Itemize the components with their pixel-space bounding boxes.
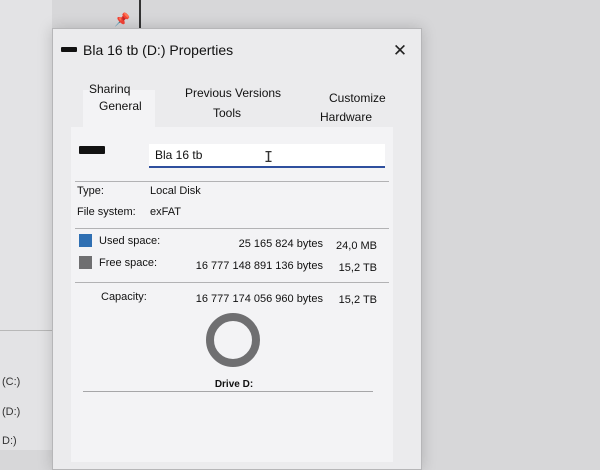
title-bar[interactable]: Bla 16 tb (D:) Properties ✕ bbox=[53, 29, 421, 69]
used-space-bytes: 25 165 824 bytes bbox=[238, 238, 323, 250]
free-space-short: 15,2 TB bbox=[338, 262, 377, 274]
dialog-title: Bla 16 tb (D:) Properties bbox=[83, 42, 234, 58]
drive-label: Drive D: bbox=[214, 379, 254, 390]
drive-icon bbox=[61, 47, 77, 52]
used-space-short: 24,0 MB bbox=[336, 240, 377, 252]
tab-hardware[interactable]: Hardware bbox=[320, 110, 372, 124]
properties-dialog: Bla 16 tb (D:) Properties ✕ Sharinq Prev… bbox=[52, 28, 422, 470]
tab-previous-versions[interactable]: Previous Versions bbox=[185, 86, 281, 100]
pin-icon: 📌 bbox=[114, 12, 131, 27]
drive-icon-large bbox=[79, 146, 105, 154]
capacity-short: 15,2 TB bbox=[338, 294, 377, 306]
text-cursor-icon: I bbox=[264, 148, 274, 166]
free-space-swatch bbox=[79, 256, 92, 269]
capacity-bytes: 16 777 174 056 960 bytes bbox=[195, 293, 323, 305]
file-system-value: exFAT bbox=[150, 206, 181, 218]
used-space-swatch bbox=[79, 234, 92, 247]
tab-sharing[interactable]: Sharinq bbox=[89, 82, 130, 96]
divider bbox=[75, 282, 389, 283]
sidebar-item-drive-c[interactable]: (C:) bbox=[2, 376, 20, 388]
sidebar-item-drive-d[interactable]: (D:) bbox=[2, 406, 20, 418]
tab-general[interactable]: General bbox=[99, 99, 142, 113]
explorer-divider bbox=[139, 0, 141, 30]
divider bbox=[75, 228, 389, 229]
file-system-label: File system: bbox=[77, 206, 136, 218]
free-space-label: Free space: bbox=[99, 257, 158, 269]
sidebar-item-drive-d-2[interactable]: D:) bbox=[2, 435, 17, 447]
type-value: Local Disk bbox=[150, 185, 201, 197]
tab-tools[interactable]: Tools bbox=[213, 106, 241, 120]
divider bbox=[83, 391, 373, 392]
divider bbox=[75, 181, 389, 182]
close-button[interactable]: ✕ bbox=[389, 40, 411, 62]
free-space-bytes: 16 777 148 891 136 bytes bbox=[195, 260, 323, 272]
disk-usage-donut bbox=[206, 313, 260, 367]
tab-customize[interactable]: Customize bbox=[329, 91, 386, 105]
used-space-label: Used space: bbox=[99, 235, 161, 247]
type-label: Type: bbox=[77, 185, 104, 197]
close-icon: ✕ bbox=[392, 41, 408, 60]
capacity-label: Capacity: bbox=[101, 291, 147, 303]
